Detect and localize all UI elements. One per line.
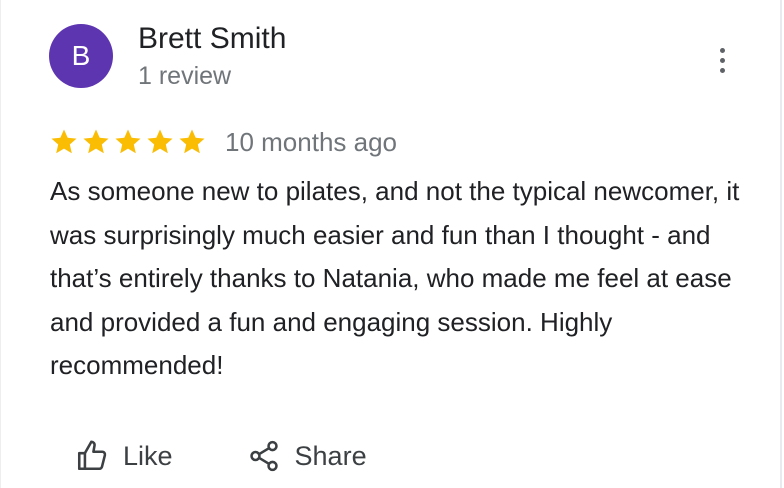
more-vert-icon-dot xyxy=(719,57,725,63)
share-button[interactable]: Share xyxy=(247,432,367,480)
thumb-up-icon xyxy=(77,440,107,471)
author-review-count: 1 review xyxy=(138,62,232,90)
like-button[interactable]: Like xyxy=(75,432,173,480)
review-date: 10 months ago xyxy=(225,126,398,157)
review-actions: Like Share xyxy=(75,432,367,480)
review-text: As someone new to pilates, and not the t… xyxy=(50,176,740,380)
more-vert-icon-dot xyxy=(719,67,725,73)
more-vert-icon xyxy=(719,47,725,53)
star-icon xyxy=(147,129,173,154)
star-icon xyxy=(115,129,141,154)
star-icon xyxy=(179,129,205,154)
more-options-button[interactable] xyxy=(704,40,740,80)
avatar[interactable]: B xyxy=(49,24,113,88)
rating-row: 10 months ago xyxy=(49,124,397,160)
star-icon xyxy=(83,129,109,154)
star-icon xyxy=(51,129,77,154)
avatar-initial: B xyxy=(71,40,91,71)
star-rating xyxy=(49,127,207,157)
share-label: Share xyxy=(294,440,367,471)
like-label: Like xyxy=(123,440,173,471)
review-card: B Brett Smith 1 review 10 months ago As … xyxy=(0,0,782,488)
share-icon xyxy=(249,440,278,472)
author-name[interactable]: Brett Smith xyxy=(138,20,286,58)
